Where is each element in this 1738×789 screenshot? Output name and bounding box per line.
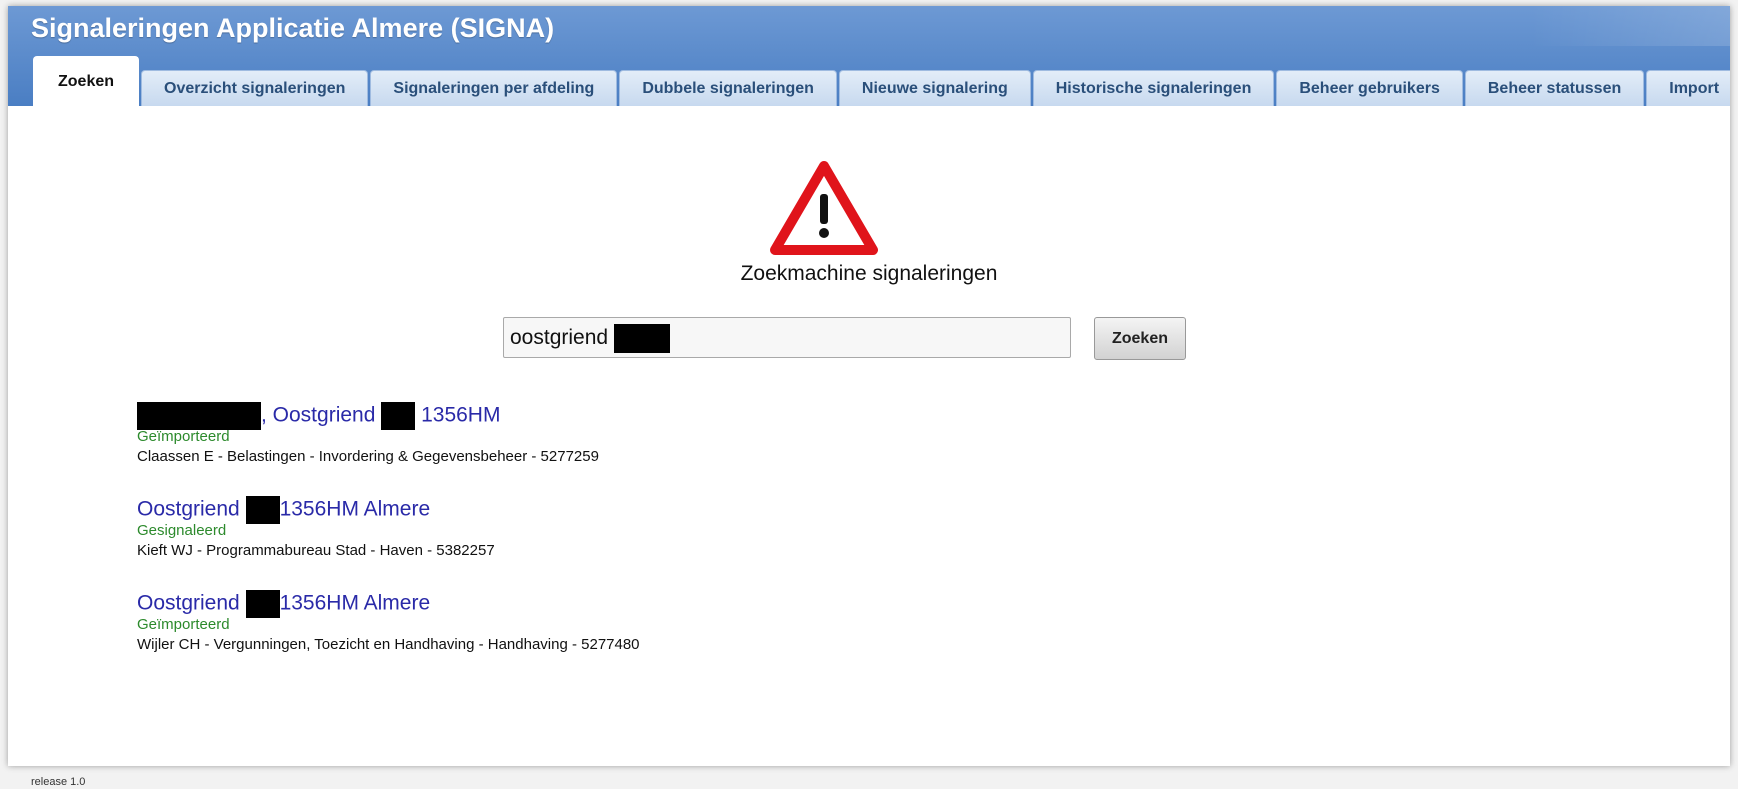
result-meta: Kieft WJ - Programmabureau Stad - Haven … bbox=[137, 542, 495, 559]
tab-import[interactable]: Import bbox=[1646, 70, 1730, 106]
redacted-block bbox=[381, 402, 416, 430]
search-results: , Oostgriend 1356HM Geïmporteerd Claasse… bbox=[137, 402, 1337, 684]
result-status: Geïmporteerd bbox=[137, 428, 230, 445]
result-street: Oostgriend bbox=[137, 497, 240, 521]
app-title: Signaleringen Applicatie Almere (SIGNA) bbox=[31, 13, 555, 43]
tab-bar: Zoeken Overzicht signaleringen Signaleri… bbox=[33, 56, 1730, 106]
result-item: Oostgriend 1356HM Almere Gesignaleerd Ki… bbox=[137, 496, 1337, 562]
result-status: Geïmporteerd bbox=[137, 616, 230, 633]
result-street: , Oostgriend bbox=[261, 403, 376, 427]
tab-historische-signaleringen[interactable]: Historische signaleringen bbox=[1032, 70, 1275, 106]
result-postcode: 1356HM Almere bbox=[279, 591, 431, 615]
app-header: Signaleringen Applicatie Almere (SIGNA) … bbox=[8, 6, 1730, 106]
result-status: Gesignaleerd bbox=[137, 522, 227, 539]
result-item: , Oostgriend 1356HM Geïmporteerd Claasse… bbox=[137, 402, 1337, 468]
result-postcode: 1356HM Almere bbox=[279, 497, 431, 521]
result-postcode: 1356HM bbox=[421, 403, 501, 427]
result-meta: Claassen E - Belastingen - Invordering &… bbox=[137, 448, 599, 465]
warning-triangle-icon bbox=[770, 160, 878, 256]
result-item: Oostgriend 1356HM Almere Geïmporteerd Wi… bbox=[137, 590, 1337, 656]
search-button[interactable]: Zoeken bbox=[1094, 317, 1186, 360]
redacted-block bbox=[614, 324, 670, 353]
tab-overzicht-signaleringen[interactable]: Overzicht signaleringen bbox=[141, 70, 369, 106]
result-link[interactable]: , Oostgriend 1356HM bbox=[137, 402, 1337, 430]
search-input[interactable] bbox=[503, 317, 1071, 358]
redacted-block bbox=[245, 590, 280, 618]
result-meta: Wijler CH - Vergunningen, Toezicht en Ha… bbox=[137, 636, 640, 653]
tab-zoeken[interactable]: Zoeken bbox=[33, 56, 140, 106]
result-street: Oostgriend bbox=[137, 591, 240, 615]
tab-nieuwe-signalering[interactable]: Nieuwe signalering bbox=[838, 70, 1031, 106]
redacted-block bbox=[245, 496, 280, 524]
redacted-block bbox=[137, 402, 261, 430]
app-window: Signaleringen Applicatie Almere (SIGNA) … bbox=[8, 6, 1730, 766]
tab-beheer-statussen[interactable]: Beheer statussen bbox=[1464, 70, 1645, 106]
header-decoration bbox=[1530, 6, 1730, 46]
result-link[interactable]: Oostgriend 1356HM Almere bbox=[137, 590, 1337, 618]
search-heading: Zoekmachine signaleringen bbox=[740, 262, 998, 285]
tab-dubbele-signaleringen[interactable]: Dubbele signaleringen bbox=[619, 70, 837, 106]
release-label: release 1.0 bbox=[31, 776, 86, 788]
tab-beheer-gebruikers[interactable]: Beheer gebruikers bbox=[1276, 70, 1463, 106]
tab-signaleringen-per-afdeling[interactable]: Signaleringen per afdeling bbox=[370, 70, 618, 106]
result-link[interactable]: Oostgriend 1356HM Almere bbox=[137, 496, 1337, 524]
